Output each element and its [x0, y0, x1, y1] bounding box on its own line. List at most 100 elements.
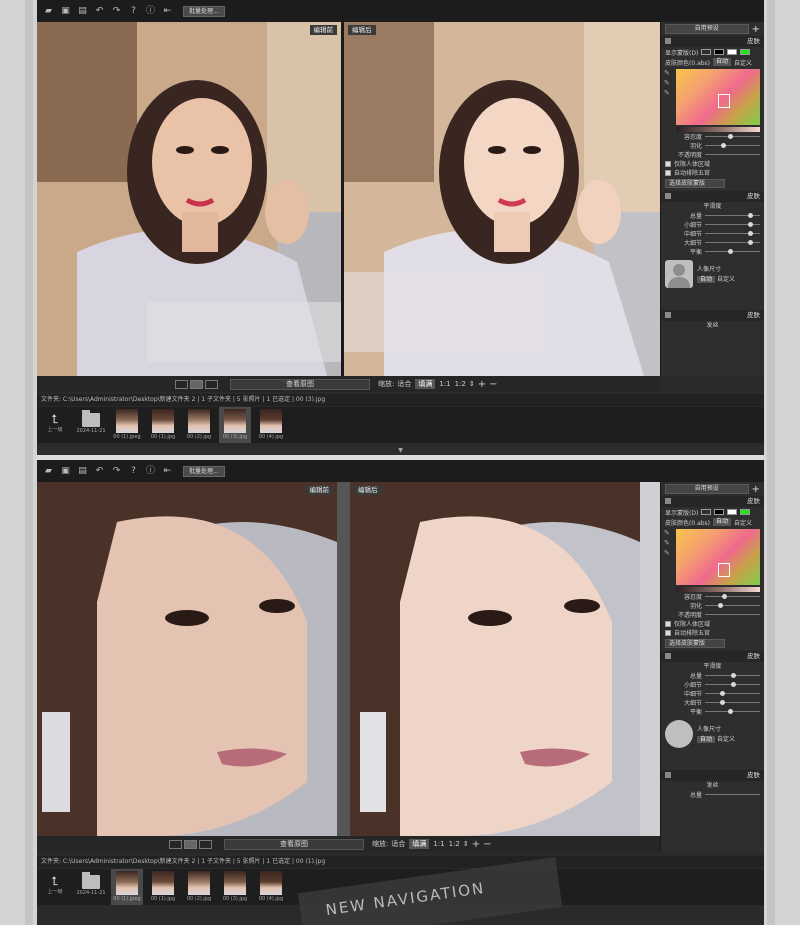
zoom-fit[interactable]: 适合	[397, 379, 411, 389]
mask-green-chip[interactable]	[740, 509, 751, 515]
info-icon[interactable]: ⓘ	[145, 6, 156, 17]
custom-button[interactable]: 自定义	[734, 518, 752, 527]
thumbnail-item[interactable]: 00 (4).jpg	[255, 869, 287, 905]
zoom-in-icon[interactable]: +	[478, 379, 486, 390]
stacked-view-icon[interactable]	[199, 839, 212, 849]
thumbnail-item[interactable]: 2024-11-21	[75, 407, 107, 443]
thumbnail-item[interactable]: 00 (1).jpeg	[111, 869, 143, 905]
zoom-1-1[interactable]: 1:1	[433, 840, 444, 848]
zoom-in-icon[interactable]: +	[472, 839, 480, 850]
save-icon[interactable]: ▣	[60, 466, 71, 477]
face-auto-button[interactable]: 自动	[697, 276, 716, 283]
mask-white-chip[interactable]	[727, 49, 738, 55]
undo-icon[interactable]: ↶	[94, 466, 105, 477]
redo-icon[interactable]: ↷	[111, 466, 122, 477]
zoom-fill[interactable]: 填满	[409, 839, 430, 849]
batch-process-button[interactable]: 批量处理...	[183, 465, 225, 477]
zoom-1-1[interactable]: 1:1	[439, 380, 450, 388]
auto-remove-check[interactable]: 自动排除五官	[661, 168, 764, 177]
add-preset-icon[interactable]: +	[752, 484, 760, 495]
add-preset-icon[interactable]: +	[752, 24, 760, 35]
checkbox[interactable]	[665, 620, 671, 627]
auto-button[interactable]: 自动	[713, 518, 732, 526]
checkbox[interactable]	[665, 169, 671, 176]
balance-slider[interactable]: 平衡	[661, 707, 764, 716]
zoom-1-2[interactable]: 1:2	[449, 840, 460, 848]
mask-black-chip[interactable]	[714, 49, 725, 55]
skin-tone-section-header[interactable]: 皮肤	[661, 770, 764, 781]
slider-knob[interactable]	[748, 231, 754, 236]
face-auto-button[interactable]: 自动	[697, 736, 716, 743]
overall-slider[interactable]: 总量	[661, 211, 764, 220]
zoom-out-icon[interactable]: −	[489, 379, 497, 390]
opacity-slider[interactable]: 不透明度	[661, 610, 764, 619]
only-body-check[interactable]: 仅限人体区域	[661, 159, 764, 168]
mask-black-chip[interactable]	[714, 509, 725, 515]
skin-mask-section-header[interactable]: 皮肤	[661, 496, 764, 507]
redo-icon[interactable]: ↷	[111, 6, 122, 17]
help-icon[interactable]: ?	[128, 466, 139, 477]
thumbnail-item[interactable]: 00 (3).jpg	[219, 407, 251, 443]
only-body-check[interactable]: 仅限人体区域	[661, 619, 764, 628]
auto-remove-check[interactable]: 自动排除五官	[661, 628, 764, 637]
large-detail-slider[interactable]: 大细节	[661, 698, 764, 707]
collapse-icon[interactable]	[665, 498, 671, 504]
thumbnail-item[interactable]: 2024-11-21	[75, 869, 107, 905]
mask-overlay-chip[interactable]	[701, 49, 712, 55]
auto-button[interactable]: 自动	[713, 58, 732, 66]
face-custom-button[interactable]: 自定义	[717, 276, 735, 283]
collapse-toggle[interactable]: ▼	[37, 446, 764, 455]
save-as-icon[interactable]: ▤	[77, 466, 88, 477]
select-skin-mask-button[interactable]: 选择皮肤蒙版	[665, 639, 725, 648]
slider-knob[interactable]	[722, 594, 728, 599]
slider-knob[interactable]	[719, 691, 725, 696]
eyedropper-plus-icon[interactable]: ✎	[664, 79, 672, 89]
feather-slider[interactable]: 羽化	[661, 601, 764, 610]
slider-knob[interactable]	[718, 603, 724, 608]
slider-knob[interactable]	[727, 249, 733, 254]
select-skin-mask-button[interactable]: 选择皮肤蒙版	[665, 179, 725, 188]
thumbnail-item[interactable]: 00 (4).jpg	[255, 407, 287, 443]
save-as-icon[interactable]: ▤	[77, 6, 88, 17]
stacked-view-icon[interactable]	[205, 379, 218, 389]
zoom-fit[interactable]: 适合	[391, 839, 405, 849]
info-icon[interactable]: ⓘ	[145, 466, 156, 477]
slider-knob[interactable]	[720, 143, 726, 148]
collapse-icon[interactable]	[665, 772, 671, 778]
face-custom-button[interactable]: 自定义	[717, 736, 735, 743]
mid-detail-slider[interactable]: 中细节	[661, 689, 764, 698]
mask-white-chip[interactable]	[727, 509, 738, 515]
color-marker[interactable]	[718, 562, 730, 577]
feather-slider[interactable]: 羽化	[661, 141, 764, 150]
mid-detail-slider[interactable]: 中细节	[661, 229, 764, 238]
small-detail-slider[interactable]: 小细节	[661, 220, 764, 229]
color-marker[interactable]	[718, 94, 730, 109]
thumbnail-item[interactable]: 00 (2).jpg	[183, 407, 215, 443]
split-divider[interactable]	[337, 482, 350, 836]
save-icon[interactable]: ▣	[60, 6, 71, 17]
folder-open-icon[interactable]: ▰	[43, 6, 54, 17]
slider-knob[interactable]	[730, 682, 736, 687]
zoom-1-2[interactable]: 1:2	[455, 380, 466, 388]
thumbnail-item[interactable]: ⮤ 上一级	[39, 869, 71, 905]
skin-color-picker[interactable]	[676, 69, 760, 125]
split-view-icon[interactable]	[184, 839, 197, 849]
thumbnail-item[interactable]: 00 (1).jpg	[147, 869, 179, 905]
balance-slider[interactable]: 平衡	[661, 247, 764, 256]
collapse-icon[interactable]	[665, 38, 671, 44]
small-detail-slider[interactable]: 小细节	[661, 680, 764, 689]
large-detail-slider[interactable]: 大细节	[661, 238, 764, 247]
zoom-stepper-icon[interactable]: ⇕	[469, 380, 475, 388]
batch-process-button[interactable]: 批量处理...	[183, 5, 225, 17]
smoothing-section-header[interactable]: 皮肤	[661, 191, 764, 202]
thumbnail-item[interactable]: 00 (1).jpg	[147, 407, 179, 443]
eyedropper-minus-icon[interactable]: ✎	[664, 549, 672, 559]
help-icon[interactable]: ?	[128, 6, 139, 17]
eyedropper-minus-icon[interactable]: ✎	[664, 89, 672, 99]
checkbox[interactable]	[665, 629, 671, 636]
zoom-out-icon[interactable]: −	[483, 839, 491, 850]
single-view-icon[interactable]	[169, 839, 182, 849]
custom-button[interactable]: 自定义	[734, 58, 752, 67]
zoom-fill[interactable]: 填满	[415, 379, 436, 389]
skin-mask-section-header[interactable]: 皮肤	[661, 36, 764, 47]
